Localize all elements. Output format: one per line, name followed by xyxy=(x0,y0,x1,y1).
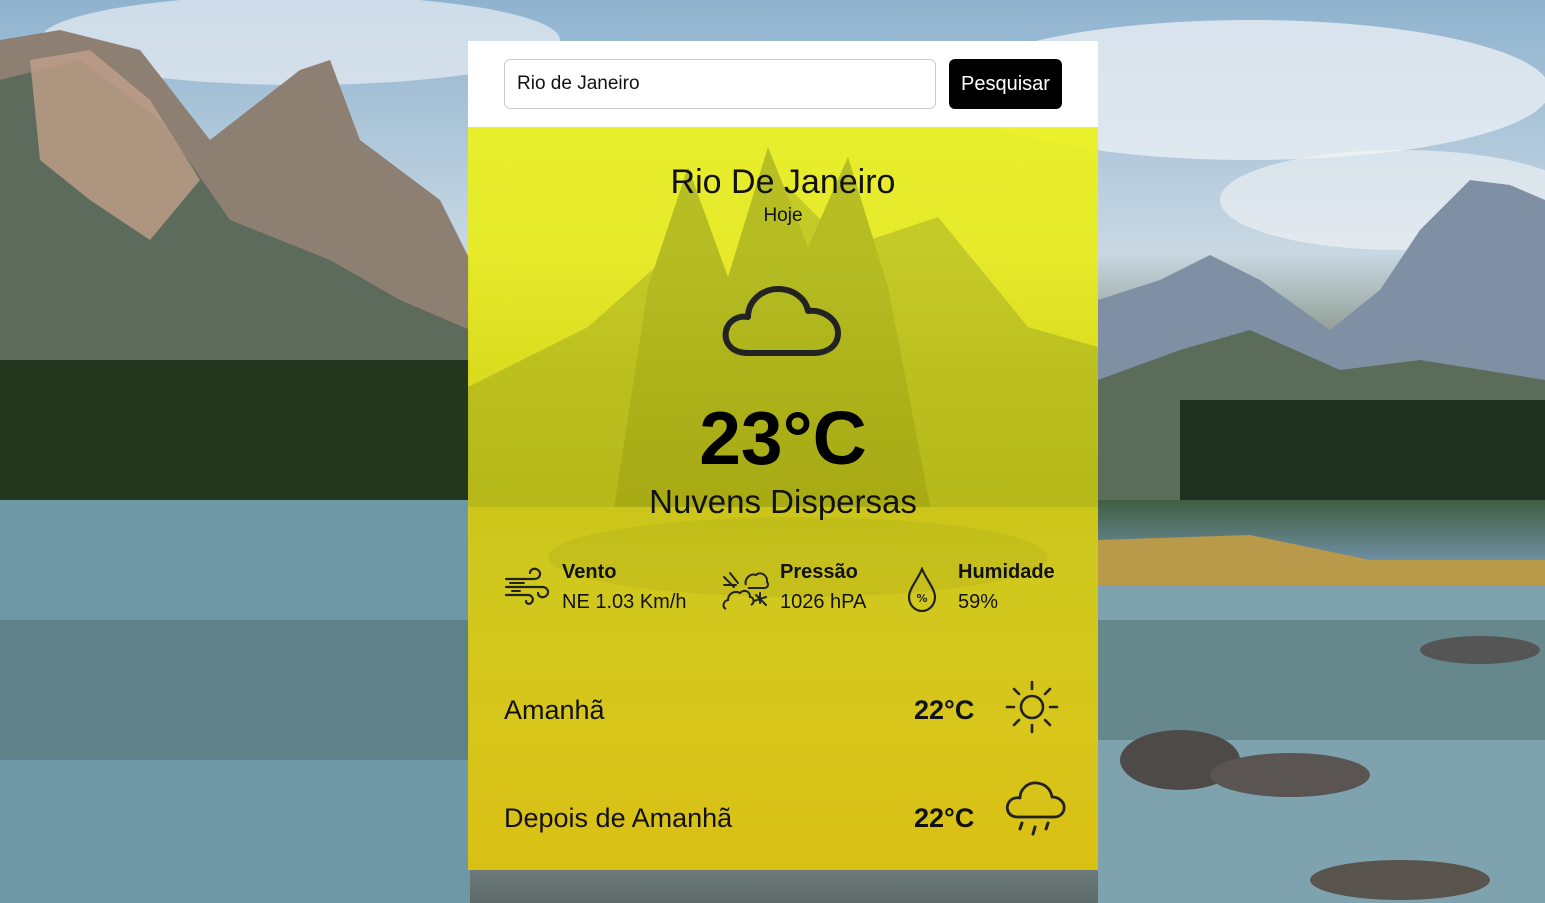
city-name: Rio De Janeiro xyxy=(670,163,896,201)
humidity-label: Humidade xyxy=(958,561,1055,583)
weather-card: Pesquisar Rio De Janeiro Hoje 23°C Nuven… xyxy=(468,41,1098,870)
forecast-day: Depois de Amanhã xyxy=(504,803,733,833)
search-bar: Pesquisar xyxy=(468,41,1098,127)
current-temperature: 23°C xyxy=(699,396,867,480)
humidity-stat: % Humidade 59% xyxy=(906,561,1066,621)
pressure-value: 1026 hPA xyxy=(780,591,867,613)
pressure-stat: Pressão 1026 hPA xyxy=(722,561,892,621)
svg-text:%: % xyxy=(916,592,927,605)
rain-cloud-icon xyxy=(1005,781,1066,836)
day-label: Hoje xyxy=(763,205,803,226)
forecast-row-tomorrow: Amanhã 22°C xyxy=(504,679,1064,739)
sun-icon xyxy=(1005,680,1059,734)
forecast-day: Amanhã xyxy=(504,695,605,725)
cloud-icon xyxy=(722,286,841,356)
weather-description: Nuvens Dispersas xyxy=(649,483,917,520)
search-button[interactable]: Pesquisar xyxy=(949,59,1062,109)
humidity-value: 59% xyxy=(958,591,999,613)
wind-label: Vento xyxy=(562,561,617,583)
forecast-temperature: 22°C xyxy=(914,695,975,725)
weather-panel: Rio De Janeiro Hoje 23°C Nuvens Dispersa… xyxy=(468,127,1098,870)
forecast-row-day-after: Depois de Amanhã 22°C xyxy=(504,781,1066,847)
pressure-label: Pressão xyxy=(780,561,858,583)
search-input[interactable] xyxy=(504,59,936,109)
wind-icon xyxy=(504,567,550,605)
wind-stat: Vento NE 1.03 Km/h xyxy=(504,561,704,621)
pressure-icon xyxy=(722,572,769,610)
wind-value: NE 1.03 Km/h xyxy=(562,591,687,613)
humidity-icon: % xyxy=(907,567,937,613)
forecast-temperature: 22°C xyxy=(914,803,975,833)
